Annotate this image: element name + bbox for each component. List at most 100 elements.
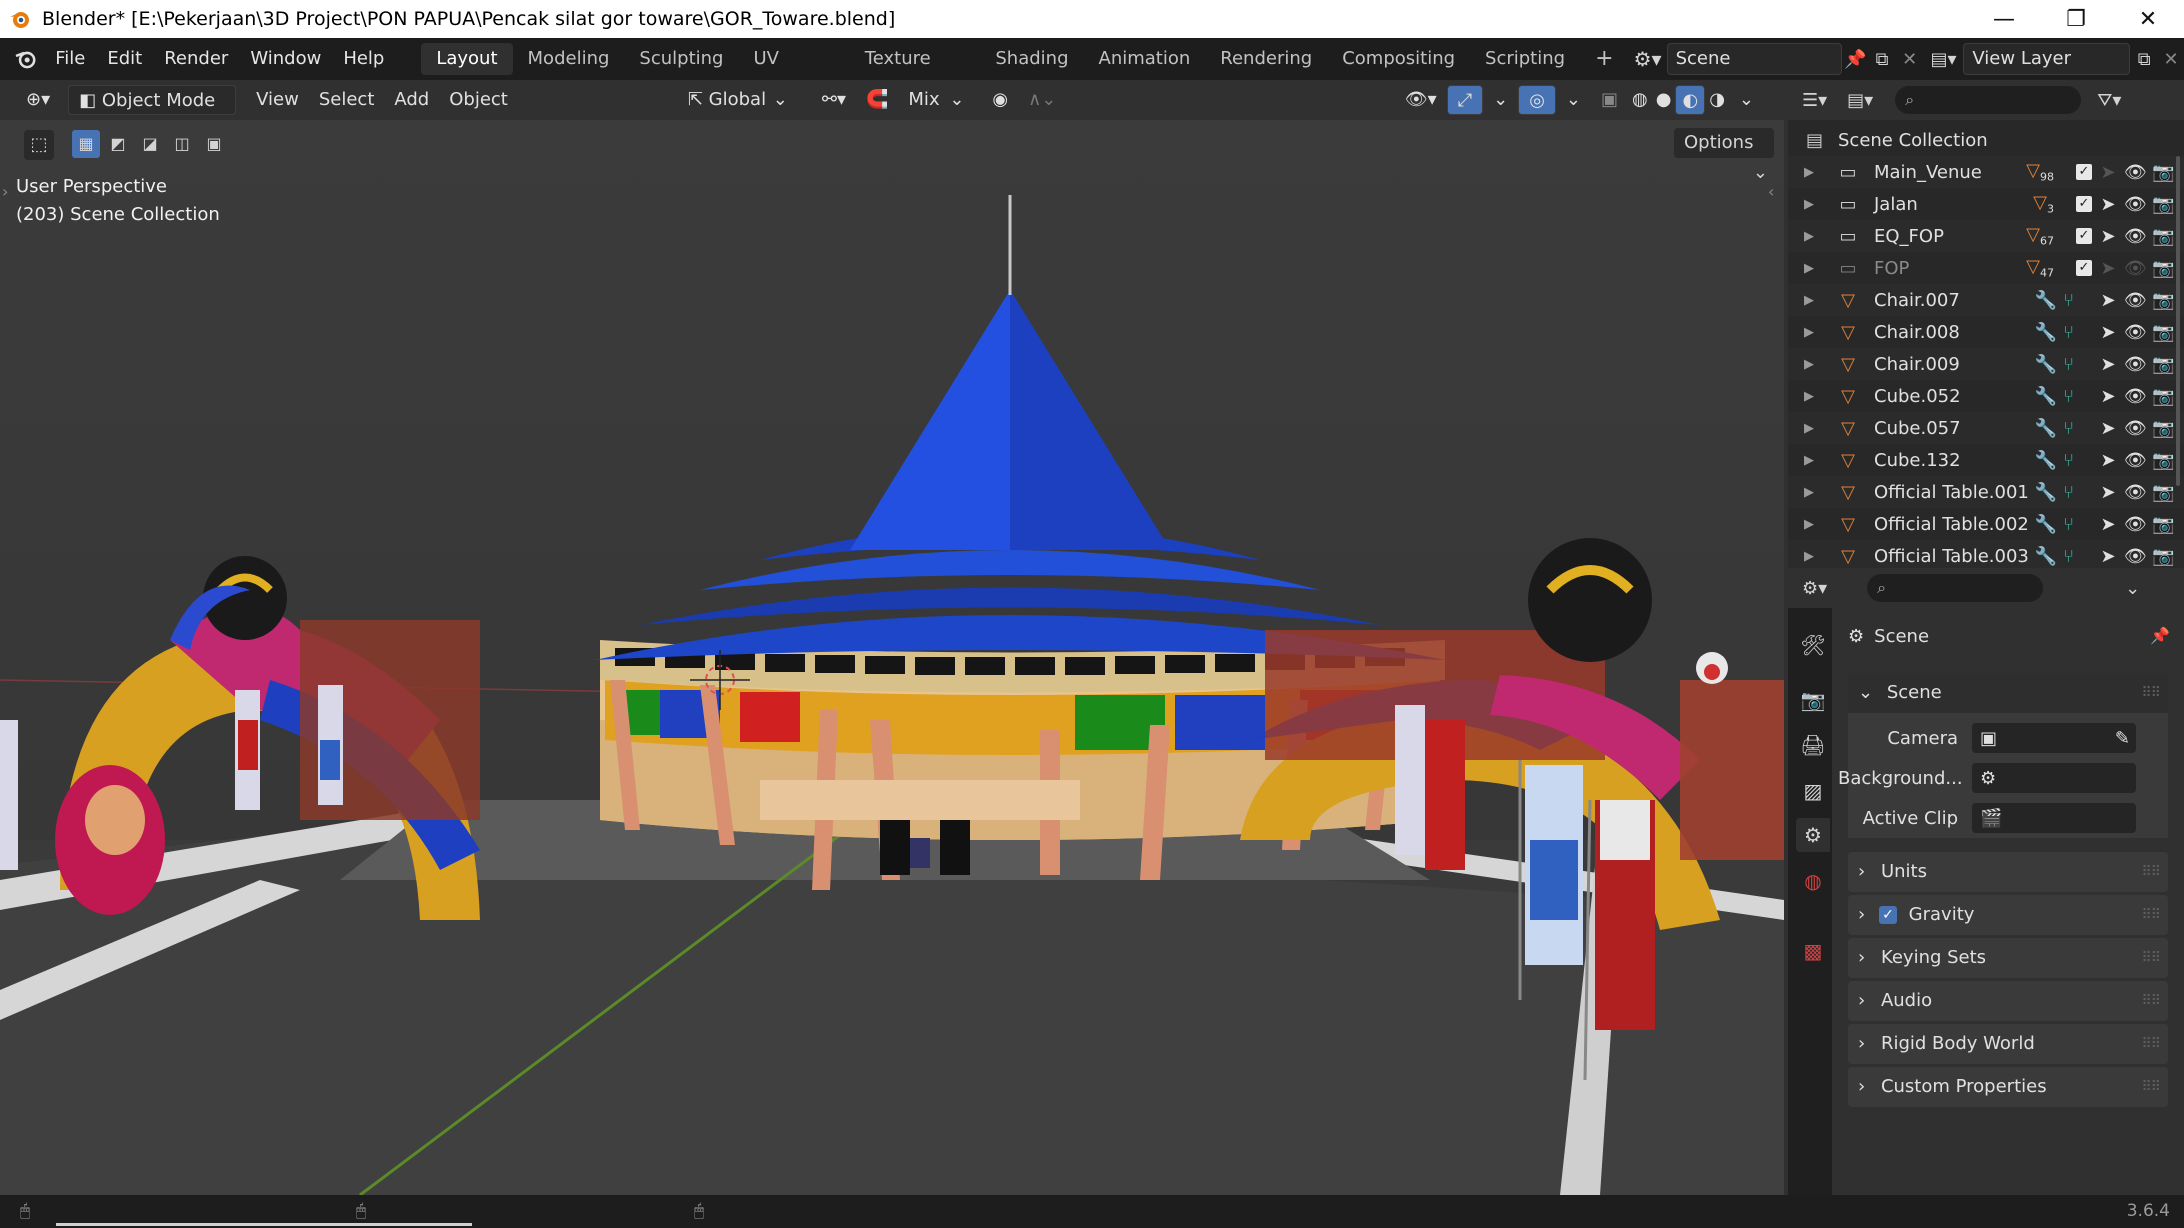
properties-search-input[interactable]: ⌕ <box>1867 574 2044 602</box>
exclude-checkbox[interactable]: ✓ <box>2076 228 2092 244</box>
expand-arrow-icon[interactable]: ▶ <box>1796 517 1822 532</box>
menu-window[interactable]: Window <box>239 42 332 76</box>
pivot-point-icon[interactable]: ⚯▾ <box>812 85 856 115</box>
snap-icon[interactable]: 🧲 <box>856 85 898 115</box>
eye-visibility-icon[interactable]: 👁 <box>2124 226 2147 247</box>
active-clip-field[interactable]: 🎬 <box>1972 803 2136 833</box>
world-tab-icon[interactable]: ◍ <box>1796 864 1830 898</box>
render-camera-icon[interactable]: 📷 <box>2152 514 2174 535</box>
outliner-row[interactable]: ▶ ▽ Chair.009 🔧 ⑂ ➤ 👁 📷 <box>1788 348 2184 380</box>
selectable-arrow-icon[interactable]: ➤ <box>2098 546 2118 567</box>
outliner-row[interactable]: ▶ ▽ Cube.132 🔧 ⑂ ➤ 👁 📷 <box>1788 444 2184 476</box>
selectable-arrow-icon[interactable]: ➤ <box>2098 226 2118 247</box>
scene-section-panel[interactable]: ⌄ Scene ⠿⠿ <box>1848 673 2168 713</box>
scene-selector-icon[interactable]: ⚙▾ <box>1629 47 1667 71</box>
render-camera-icon[interactable]: 📷 <box>2152 162 2174 183</box>
output-tab-icon[interactable]: 🖨 <box>1796 728 1830 762</box>
outliner-row[interactable]: ▶ ▭ Main_Venue ▽98 ✓ ➤ 👁 📷 <box>1788 156 2184 188</box>
modifier-wrench-icon[interactable]: 🔧 <box>2035 546 2057 567</box>
render-camera-icon[interactable]: 📷 <box>2152 290 2174 311</box>
overlays-dropdown-icon[interactable]: ⌄ <box>1556 85 1591 115</box>
render-camera-icon[interactable]: 📷 <box>2152 418 2174 439</box>
outliner-row[interactable]: ▶ ▽ Chair.008 🔧 ⑂ ➤ 👁 📷 <box>1788 316 2184 348</box>
selectable-arrow-icon[interactable]: ➤ <box>2098 354 2118 375</box>
filter-icon[interactable]: ⛛▾ <box>2097 90 2121 111</box>
menu-edit[interactable]: Edit <box>96 42 153 76</box>
outliner-row[interactable]: ▶ ▭ Jalan ▽3 ✓ ➤ 👁 📷 <box>1788 188 2184 220</box>
eye-visibility-icon[interactable]: 👁 <box>2124 290 2147 311</box>
eye-visibility-icon[interactable]: 👁 <box>2124 418 2147 439</box>
gravity-checkbox[interactable]: ✓ <box>1878 906 1897 924</box>
tab-sculpting[interactable]: Sculpting <box>624 43 738 75</box>
selectable-arrow-icon[interactable]: ➤ <box>2098 290 2118 311</box>
render-camera-icon[interactable]: 📷 <box>2152 322 2174 343</box>
sidebar-toggle-icon[interactable]: ‹ <box>1768 182 1774 201</box>
outliner-row[interactable]: ▶ ▭ FOP ▽47 ✓ ➤ 👁 📷 <box>1788 252 2184 284</box>
object-mode-dropdown[interactable]: ◧ Object Mode⌄ <box>68 85 237 141</box>
exclude-checkbox[interactable]: ✓ <box>2076 164 2092 180</box>
drag-handle-icon[interactable]: ⠿⠿ <box>2141 852 2160 892</box>
outliner-row[interactable]: ▶ ▽ Official Table.001 🔧 ⑂ ➤ 👁 📷 <box>1788 476 2184 508</box>
solid-shading-icon[interactable]: ● <box>1652 85 1676 115</box>
selectable-arrow-icon[interactable]: ➤ <box>2098 194 2118 215</box>
menu-render[interactable]: Render <box>153 42 239 76</box>
expand-arrow-icon[interactable]: ▶ <box>1796 229 1822 244</box>
3d-viewport[interactable]: ⬚ ▦ ◩ ◪ ◫ ▣ Options ⌄ ‹ › User Perspectiv… <box>0 120 1784 1195</box>
render-camera-icon[interactable]: 📷 <box>2152 226 2174 247</box>
outliner-row[interactable]: ▶ ▽ Cube.052 🔧 ⑂ ➤ 👁 📷 <box>1788 380 2184 412</box>
view-layer-field[interactable]: View Layer <box>1963 43 2131 75</box>
scene-name-field[interactable]: Scene <box>1666 43 1843 75</box>
keying-sets-panel[interactable]: › Keying Sets ⠿⠿ <box>1848 938 2168 978</box>
render-camera-icon[interactable]: 📷 <box>2152 354 2174 375</box>
visibility-icon[interactable]: 👁▾ <box>1395 85 1447 115</box>
expand-arrow-icon[interactable]: ▶ <box>1796 453 1822 468</box>
drag-handle-icon[interactable]: ⠿⠿ <box>2141 673 2160 713</box>
outliner-row[interactable]: ▶ ▭ EQ_FOP ▽67 ✓ ➤ 👁 📷 <box>1788 220 2184 252</box>
selectable-arrow-icon[interactable]: ➤ <box>2098 514 2118 535</box>
view-layer-tab-icon[interactable]: ▨ <box>1796 774 1830 808</box>
eye-visibility-icon[interactable]: 👁 <box>2124 258 2147 279</box>
chevron-down-icon[interactable]: ⌄ <box>2125 578 2140 599</box>
overlays-toggle-icon[interactable]: ◎ <box>1518 85 1556 115</box>
eye-visibility-icon[interactable]: 👁 <box>2124 514 2147 535</box>
menu-select[interactable]: Select <box>309 85 385 115</box>
outliner-root[interactable]: ▤ Scene Collection <box>1788 124 2184 156</box>
maximize-button[interactable]: ❐ <box>2040 7 2112 32</box>
render-camera-icon[interactable]: 📷 <box>2152 194 2174 215</box>
select-new-icon[interactable]: ▦ <box>72 130 100 158</box>
blender-menu-icon[interactable] <box>14 45 38 73</box>
expand-arrow-icon[interactable]: ▶ <box>1796 261 1822 276</box>
new-view-layer-icon[interactable]: ⧉ <box>2130 49 2158 70</box>
expand-arrow-icon[interactable]: ▶ <box>1796 485 1822 500</box>
pin-icon[interactable]: 📌 <box>2150 626 2170 645</box>
eye-visibility-icon[interactable]: 👁 <box>2124 546 2147 567</box>
proportional-edit-icon[interactable]: ◉ <box>982 85 1018 115</box>
eye-visibility-icon[interactable]: 👁 <box>2124 386 2147 407</box>
selectable-arrow-icon[interactable]: ➤ <box>2098 482 2118 503</box>
eye-visibility-icon[interactable]: 👁 <box>2124 322 2147 343</box>
delete-view-layer-icon[interactable]: ✕ <box>2158 49 2184 70</box>
tab-shading[interactable]: Shading <box>980 43 1083 75</box>
add-workspace-button[interactable]: + <box>1580 43 1628 75</box>
select-subtract-icon[interactable]: ◪ <box>136 130 164 158</box>
modifier-wrench-icon[interactable]: 🔧 <box>2035 450 2057 471</box>
custom-properties-panel[interactable]: › Custom Properties ⠿⠿ <box>1848 1067 2168 1107</box>
eye-visibility-icon[interactable]: 👁 <box>2124 354 2147 375</box>
outliner-row[interactable]: ▶ ▽ Official Table.002 🔧 ⑂ ➤ 👁 📷 <box>1788 508 2184 540</box>
eye-visibility-icon[interactable]: 👁 <box>2124 194 2147 215</box>
gravity-panel[interactable]: › ✓ Gravity ⠿⠿ <box>1848 895 2168 935</box>
outliner-row[interactable]: ▶ ▽ Chair.007 🔧 ⑂ ➤ 👁 📷 <box>1788 284 2184 316</box>
exclude-checkbox[interactable]: ✓ <box>2076 196 2092 212</box>
expand-arrow-icon[interactable]: ▶ <box>1796 421 1822 436</box>
modifier-wrench-icon[interactable]: 🔧 <box>2035 482 2057 503</box>
drag-handle-icon[interactable]: ⠿⠿ <box>2141 1024 2160 1064</box>
delete-scene-icon[interactable]: ✕ <box>1896 49 1924 70</box>
eyedropper-icon[interactable]: ✎ <box>2115 728 2130 749</box>
selectable-arrow-icon[interactable]: ➤ <box>2098 450 2118 471</box>
tab-scripting[interactable]: Scripting <box>1470 43 1580 75</box>
menu-view[interactable]: View <box>246 85 309 115</box>
menu-help[interactable]: Help <box>332 42 395 76</box>
eye-visibility-icon[interactable]: 👁 <box>2124 450 2147 471</box>
falloff-icon[interactable]: ∧⌄ <box>1018 85 1066 115</box>
audio-panel[interactable]: › Audio ⠿⠿ <box>1848 981 2168 1021</box>
